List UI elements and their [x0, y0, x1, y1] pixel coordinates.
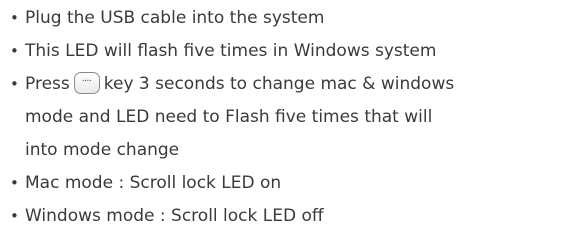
item-text-line2: mode and LED need to Flash five times th… — [25, 107, 433, 127]
list-item: • Press •••• key 3 seconds to change mac &… — [10, 68, 454, 167]
item-text: This LED will flash five times in Window… — [25, 41, 437, 61]
list-item: • Windows mode : Scroll lock LED off — [10, 200, 454, 233]
list-item: • Mac mode : Scroll lock LED on — [10, 167, 454, 200]
instruction-list: • Plug the USB cable into the system • T… — [10, 2, 454, 233]
list-item: • Plug the USB cable into the system — [10, 2, 454, 35]
keycap-icon: •••• — [73, 72, 100, 94]
item-text-line3: into mode change — [25, 140, 180, 160]
list-item: • This LED will flash five times in Wind… — [10, 35, 454, 68]
bullet: • — [10, 174, 19, 192]
item-text: Plug the USB cable into the system — [25, 8, 325, 28]
item-text-after-key: key 3 seconds to change mac & windows — [103, 74, 455, 94]
item-text: Mac mode : Scroll lock LED on — [25, 173, 282, 193]
item-text-before-key: Press — [25, 74, 70, 94]
keycap-label: •••• — [82, 78, 92, 83]
item-text: Windows mode : Scroll lock LED off — [25, 206, 324, 226]
bullet: • — [10, 207, 19, 225]
bullet: • — [10, 42, 19, 60]
bullet: • — [10, 75, 19, 93]
bullet: • — [10, 9, 19, 27]
